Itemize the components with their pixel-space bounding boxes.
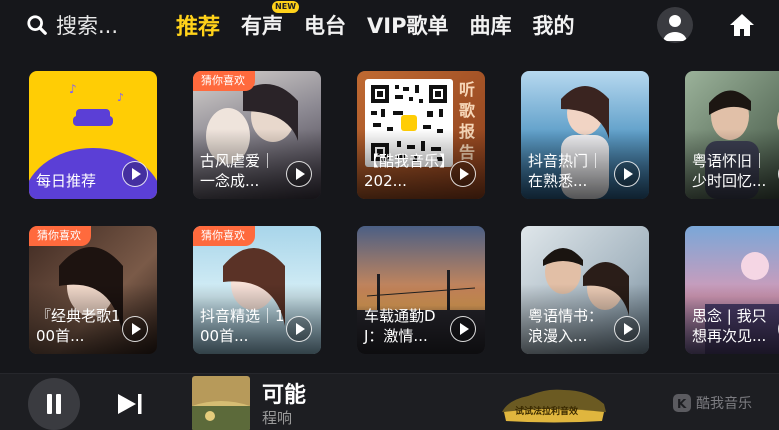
search-placeholder: 搜索... xyxy=(56,14,119,38)
playlist-card[interactable]: 猜你喜欢 『经典老歌100首... xyxy=(29,226,157,354)
kuwo-logo-icon: K xyxy=(673,394,691,412)
guess-you-like-tag: 猜你喜欢 xyxy=(193,71,255,91)
card-title: 抖音热门｜在熟悉... xyxy=(528,152,604,190)
user-avatar-icon[interactable] xyxy=(657,7,693,43)
playlist-card[interactable]: 猜你喜欢 古风虐爱｜一念成... xyxy=(193,71,321,199)
play-icon[interactable] xyxy=(122,161,148,187)
playlist-card[interactable]: 粤语怀旧｜少时回忆... xyxy=(685,71,779,199)
svg-text:K: K xyxy=(677,397,687,411)
card-title: 粤语情书：浪漫入... xyxy=(528,307,604,345)
play-icon[interactable] xyxy=(286,161,312,187)
ferrari-promo-text: 试试法拉利音效 xyxy=(515,407,579,417)
top-bar: 搜索... 推荐 有声 NEW 电台 VIP歌单 曲库 我的 xyxy=(0,0,779,50)
guess-you-like-tag: 猜你喜欢 xyxy=(193,226,255,246)
card-title: 思念 | 我只想再次见... xyxy=(692,307,767,345)
song-title: 可能 xyxy=(262,383,307,408)
tab-label: VIP歌单 xyxy=(367,14,449,38)
play-icon[interactable] xyxy=(614,161,640,187)
svg-text:♪: ♪ xyxy=(69,82,77,96)
pause-icon[interactable] xyxy=(28,378,80,430)
tab-label: 推荐 xyxy=(176,15,221,40)
card-title: 『经典老歌100首... xyxy=(36,307,121,345)
tab-label: 曲库 xyxy=(469,14,512,38)
tab-label: 我的 xyxy=(532,14,575,38)
home-icon[interactable] xyxy=(729,12,755,38)
ferrari-sound-button[interactable]: 试试法拉利音效 xyxy=(498,386,610,424)
play-icon[interactable] xyxy=(614,316,640,342)
card-title: 每日推荐 xyxy=(36,172,97,190)
svg-text:♪: ♪ xyxy=(117,91,124,104)
skip-next-icon[interactable] xyxy=(114,391,146,417)
new-badge: NEW xyxy=(272,1,300,13)
card-title: 车载通勤DJ：激情... xyxy=(364,307,436,345)
nav-tabs: 推荐 有声 NEW 电台 VIP歌单 曲库 我的 xyxy=(176,1,595,42)
play-icon[interactable] xyxy=(286,316,312,342)
guess-you-like-tag: 猜你喜欢 xyxy=(29,226,91,246)
tab-mine[interactable]: 我的 xyxy=(532,10,574,40)
artist-name: 程响 xyxy=(262,409,293,427)
card-title: 【酷我音乐】202... xyxy=(364,152,447,190)
playlist-card[interactable]: 抖音热门｜在熟悉... xyxy=(521,71,649,199)
brand-logo: K 酷我音乐 xyxy=(672,393,752,413)
tab-vip-playlist[interactable]: VIP歌单 xyxy=(367,10,448,40)
mini-player: 可能 程响 试试法拉利音效 K 酷我音乐 xyxy=(0,373,779,430)
tab-label: 有声 xyxy=(241,14,284,38)
card-title: 古风虐爱｜一念成... xyxy=(200,152,276,190)
card-title: 粤语怀旧｜少时回忆... xyxy=(692,152,768,190)
playlist-card[interactable]: 粤语情书：浪漫入... xyxy=(521,226,649,354)
tab-library[interactable]: 曲库 xyxy=(469,10,511,40)
brand-name: 酷我音乐 xyxy=(696,396,752,412)
play-icon[interactable] xyxy=(450,316,476,342)
playlist-card[interactable]: ♪ ♪ 每日推荐 xyxy=(29,71,157,199)
playlist-card[interactable]: 思念 | 我只想再次见... xyxy=(685,226,779,354)
playlist-card[interactable]: 听歌报告 【酷我音乐】202... xyxy=(357,71,485,199)
tab-label: 电台 xyxy=(304,14,347,38)
playlist-card[interactable]: 车载通勤DJ：激情... xyxy=(357,226,485,354)
search-box[interactable]: 搜索... xyxy=(26,10,118,40)
play-icon[interactable] xyxy=(450,161,476,187)
card-title: 抖音精选｜100首... xyxy=(200,307,285,345)
tab-radio[interactable]: 电台 xyxy=(304,10,346,40)
playlist-card[interactable]: 猜你喜欢 抖音精选｜100首... xyxy=(193,226,321,354)
tab-audio[interactable]: 有声 NEW xyxy=(241,1,300,40)
play-icon[interactable] xyxy=(122,316,148,342)
album-cover[interactable] xyxy=(192,376,250,430)
tab-recommend[interactable]: 推荐 xyxy=(176,9,220,41)
search-icon xyxy=(27,15,47,35)
